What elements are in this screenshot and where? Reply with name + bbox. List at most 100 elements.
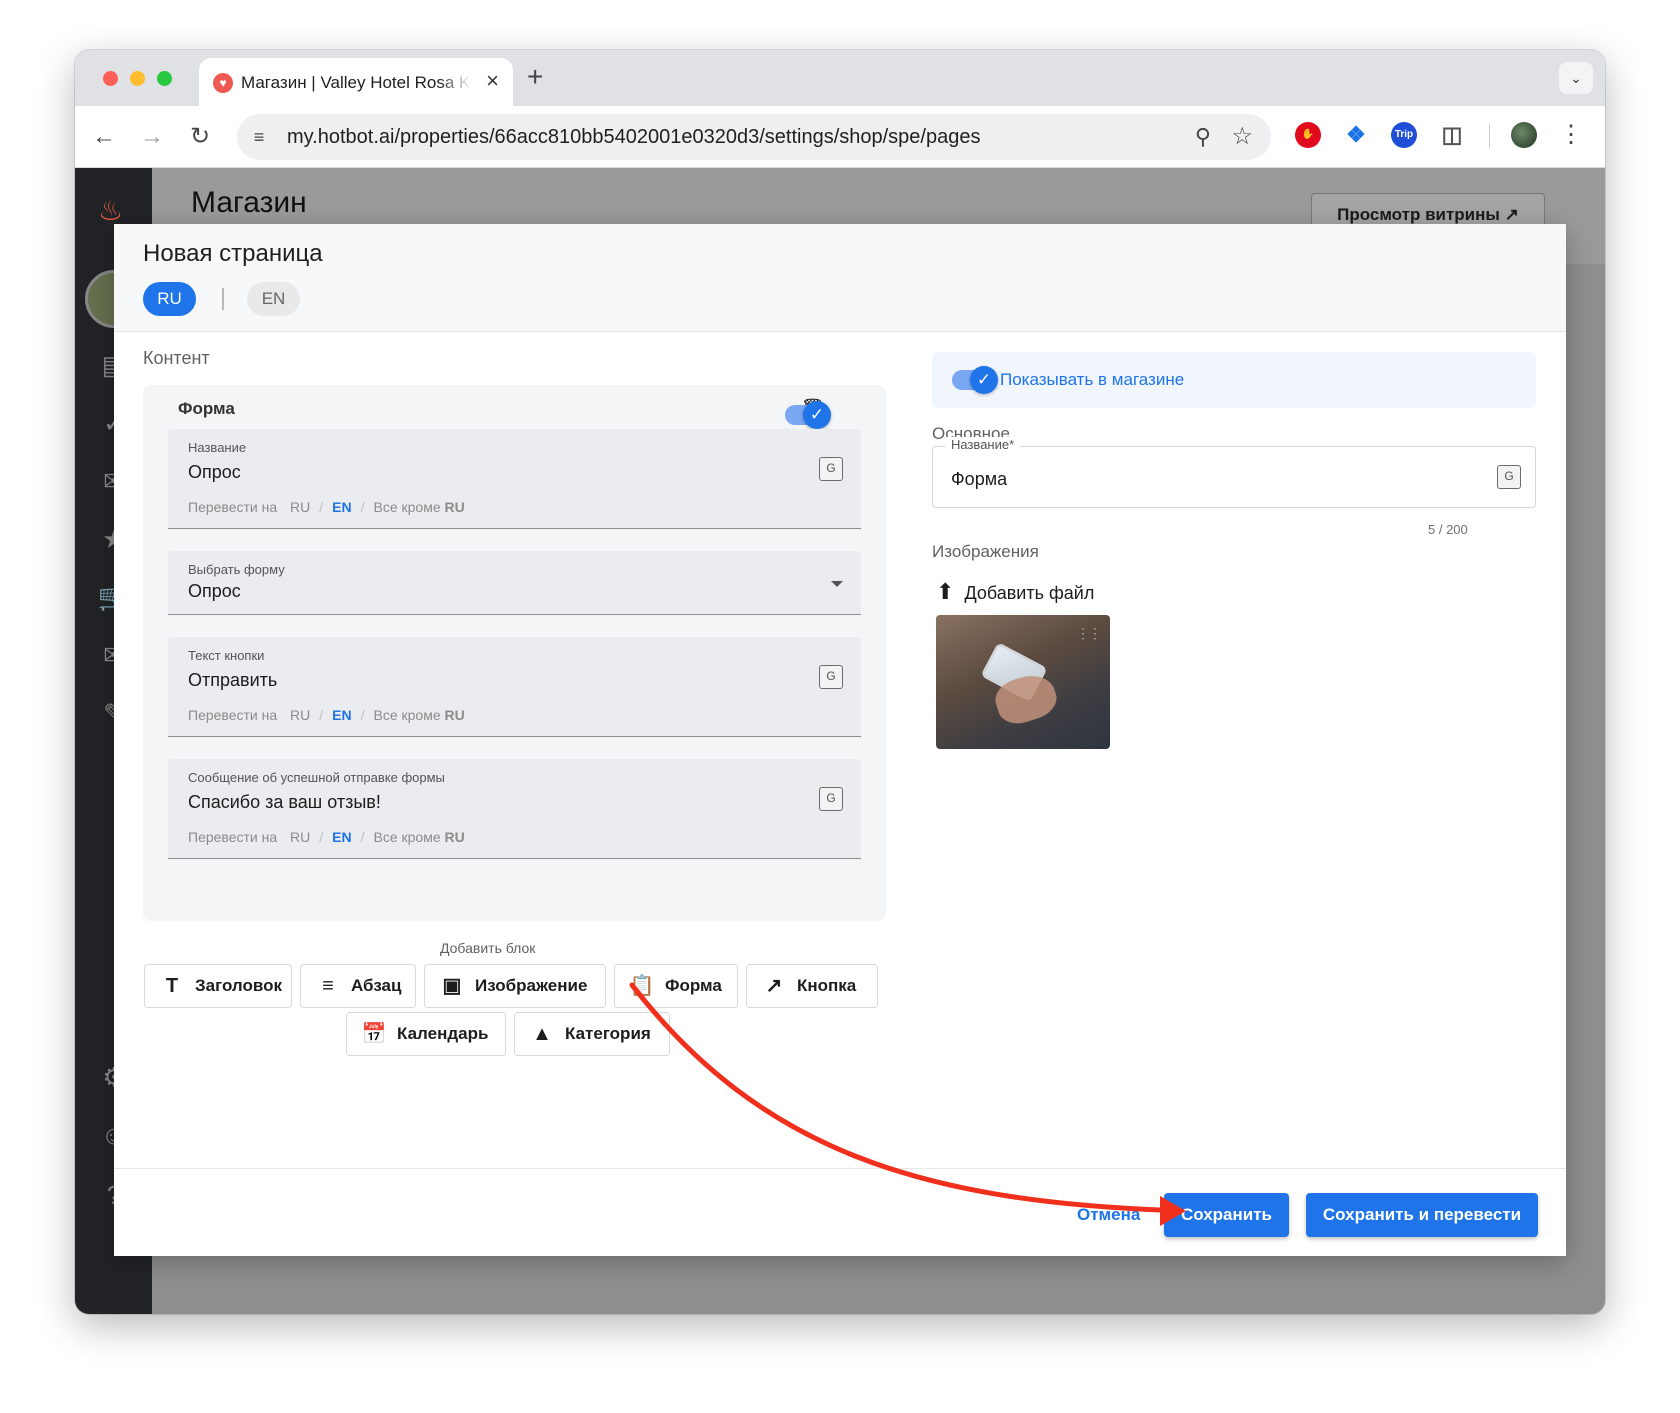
images-section-label: Изображения xyxy=(932,542,1039,561)
translate-ru-link[interactable]: RU xyxy=(290,829,310,845)
translate-all-except-lang[interactable]: RU xyxy=(445,499,465,515)
name-field[interactable]: Название Опрос G Перевести на RU / EN / Все … xyxy=(168,429,861,529)
tag-extension-icon[interactable]: ❖ xyxy=(1343,122,1369,148)
close-window-button[interactable] xyxy=(103,71,118,86)
site-settings-icon[interactable]: ≡ xyxy=(247,125,271,149)
google-translate-icon[interactable]: G xyxy=(819,457,843,481)
save-button[interactable]: Сохранить xyxy=(1164,1193,1289,1237)
button-text-field[interactable]: Текст кнопки Отправить G Перевести на RU… xyxy=(168,637,861,737)
modal-title: Новая страница xyxy=(143,240,323,267)
calendar-icon: 📅 xyxy=(361,1023,387,1045)
tab-search-chevron-icon[interactable]: ⌄ xyxy=(1559,62,1593,94)
success-message-field[interactable]: Сообщение об успешной отправке формы Спа… xyxy=(168,759,861,859)
name-char-counter: 5 / 200 xyxy=(1428,522,1468,537)
browser-window: ♥ Магазин | Valley Hotel Rosa K × + ⌄ ← … xyxy=(75,50,1605,1314)
language-tab-en[interactable]: EN xyxy=(247,282,300,316)
translate-all-except-lang[interactable]: RU xyxy=(445,707,465,723)
hotbot-favicon-icon: ♥ xyxy=(213,73,233,93)
form-block-card: Форма 🗑 ✓ Название Опрос G Перевести на … xyxy=(143,385,886,921)
page-viewport: ♨ ▤ ✓ ✉ ★ 🛒 ✉ ✎ ⚙ ☺ ? Магазин Просмотр в… xyxy=(75,168,1605,1314)
button-label: Категория xyxy=(565,1024,651,1043)
cancel-button[interactable]: Отмена xyxy=(1077,1205,1140,1225)
add-calendar-button[interactable]: 📅 Календарь xyxy=(346,1012,506,1056)
field-value[interactable]: Форма xyxy=(951,469,1007,490)
tab-title: Магазин | Valley Hotel Rosa K xyxy=(241,73,471,92)
button-label: Заголовок xyxy=(195,976,283,995)
add-category-button[interactable]: ▲ Категория xyxy=(514,1012,670,1056)
add-image-button[interactable]: ▣ Изображение xyxy=(424,964,606,1008)
show-in-shop-panel: ✓ Показывать в магазине xyxy=(932,352,1536,408)
field-value[interactable]: Спасибо за ваш отзыв! xyxy=(188,792,381,813)
google-translate-icon[interactable]: G xyxy=(1497,465,1521,489)
block-title: Форма xyxy=(178,399,235,418)
maximize-window-button[interactable] xyxy=(157,71,172,86)
address-url[interactable]: my.hotbot.ai/properties/66acc810bb540200… xyxy=(287,126,980,149)
browser-menu-icon[interactable]: ⋮ xyxy=(1559,120,1583,149)
field-label: Выбрать форму xyxy=(188,562,285,577)
show-in-shop-label[interactable]: Показывать в магазине xyxy=(1000,370,1184,390)
forward-arrow-icon[interactable]: → xyxy=(135,120,169,154)
browser-tab[interactable]: ♥ Магазин | Valley Hotel Rosa K × xyxy=(199,58,513,106)
external-link-icon: ↗ xyxy=(765,975,783,997)
add-file-label: Добавить файл xyxy=(964,583,1095,603)
heading-t-icon: T xyxy=(165,975,179,997)
profile-avatar[interactable] xyxy=(1511,122,1537,148)
button-label: Кнопка xyxy=(797,976,857,995)
translate-all-except-prefix[interactable]: Все кроме xyxy=(374,707,441,723)
toggle-check-icon: ✓ xyxy=(970,366,998,394)
add-heading-button[interactable]: T Заголовок xyxy=(144,964,292,1008)
add-paragraph-button[interactable]: ≡ Абзац xyxy=(300,964,416,1008)
address-bar[interactable]: ≡ my.hotbot.ai/properties/66acc810bb5402… xyxy=(237,114,1271,160)
select-form-dropdown[interactable]: Выбрать форму Опрос xyxy=(168,551,861,615)
field-value[interactable]: Отправить xyxy=(188,670,277,691)
browser-toolbar: ← → ↻ ≡ my.hotbot.ai/properties/66acc810… xyxy=(75,106,1605,168)
language-tab-ru[interactable]: RU xyxy=(143,282,196,316)
hotbot-logo-icon: ♨ xyxy=(98,195,124,226)
translate-row: Перевести на RU / EN / Все кроме RU xyxy=(188,707,465,723)
zoom-icon[interactable]: ⚲ xyxy=(1195,124,1211,150)
adblock-extension-icon[interactable]: ✋ xyxy=(1295,122,1321,148)
translate-en-link[interactable]: EN xyxy=(332,707,351,723)
new-tab-button[interactable]: + xyxy=(527,62,543,92)
field-label: Название* xyxy=(945,437,1021,452)
translate-ru-link[interactable]: RU xyxy=(290,707,310,723)
translate-prefix: Перевести на xyxy=(188,499,278,515)
field-label: Сообщение об успешной отправке формы xyxy=(188,770,445,785)
clipboard-form-icon: 📋 xyxy=(629,975,655,997)
google-translate-icon[interactable]: G xyxy=(819,787,843,811)
translate-prefix: Перевести на xyxy=(188,707,278,723)
category-shapes-icon: ▲ xyxy=(532,1023,552,1045)
extensions-puzzle-icon[interactable]: ◫ xyxy=(1439,122,1465,148)
minimize-window-button[interactable] xyxy=(130,71,145,86)
translate-prefix: Перевести на xyxy=(188,829,278,845)
reload-icon[interactable]: ↻ xyxy=(183,120,217,154)
translate-en-link[interactable]: EN xyxy=(332,829,351,845)
drag-handle-icon[interactable]: ⋮⋮ xyxy=(1076,625,1102,642)
add-form-button[interactable]: 📋 Форма xyxy=(614,964,738,1008)
add-file-button[interactable]: ⬆ Добавить файл xyxy=(936,579,1094,605)
tab-close-icon[interactable]: × xyxy=(486,70,499,92)
add-block-label: Добавить блок xyxy=(440,940,536,956)
field-value: Опрос xyxy=(188,581,241,601)
google-translate-icon[interactable]: G xyxy=(819,665,843,689)
trip-extension-icon[interactable]: Trip xyxy=(1391,122,1417,148)
language-divider xyxy=(222,288,224,310)
content-section-label: Контент xyxy=(143,348,210,368)
dropdown-caret-icon[interactable] xyxy=(831,581,843,587)
translate-all-except-prefix[interactable]: Все кроме xyxy=(374,829,441,845)
translate-all-except-prefix[interactable]: Все кроме xyxy=(374,499,441,515)
toggle-check-icon: ✓ xyxy=(803,401,831,429)
bookmark-star-icon[interactable]: ☆ xyxy=(1231,122,1253,151)
translate-en-link[interactable]: EN xyxy=(332,499,351,515)
translate-ru-link[interactable]: RU xyxy=(290,499,310,515)
page-name-input[interactable]: Название* Форма G xyxy=(932,437,1536,508)
block-enabled-toggle[interactable]: ✓ xyxy=(785,401,831,429)
translate-all-except-lang[interactable]: RU xyxy=(445,829,465,845)
field-value[interactable]: Опрос xyxy=(188,462,241,483)
show-in-shop-toggle[interactable]: ✓ xyxy=(952,366,998,394)
uploaded-image-thumbnail[interactable]: ⋮⋮ xyxy=(936,615,1110,749)
tab-strip: ♥ Магазин | Valley Hotel Rosa K × + ⌄ xyxy=(75,50,1605,106)
save-and-translate-button[interactable]: Сохранить и перевести xyxy=(1306,1193,1538,1237)
back-arrow-icon[interactable]: ← xyxy=(87,120,121,154)
add-link-button[interactable]: ↗ Кнопка xyxy=(746,964,878,1008)
